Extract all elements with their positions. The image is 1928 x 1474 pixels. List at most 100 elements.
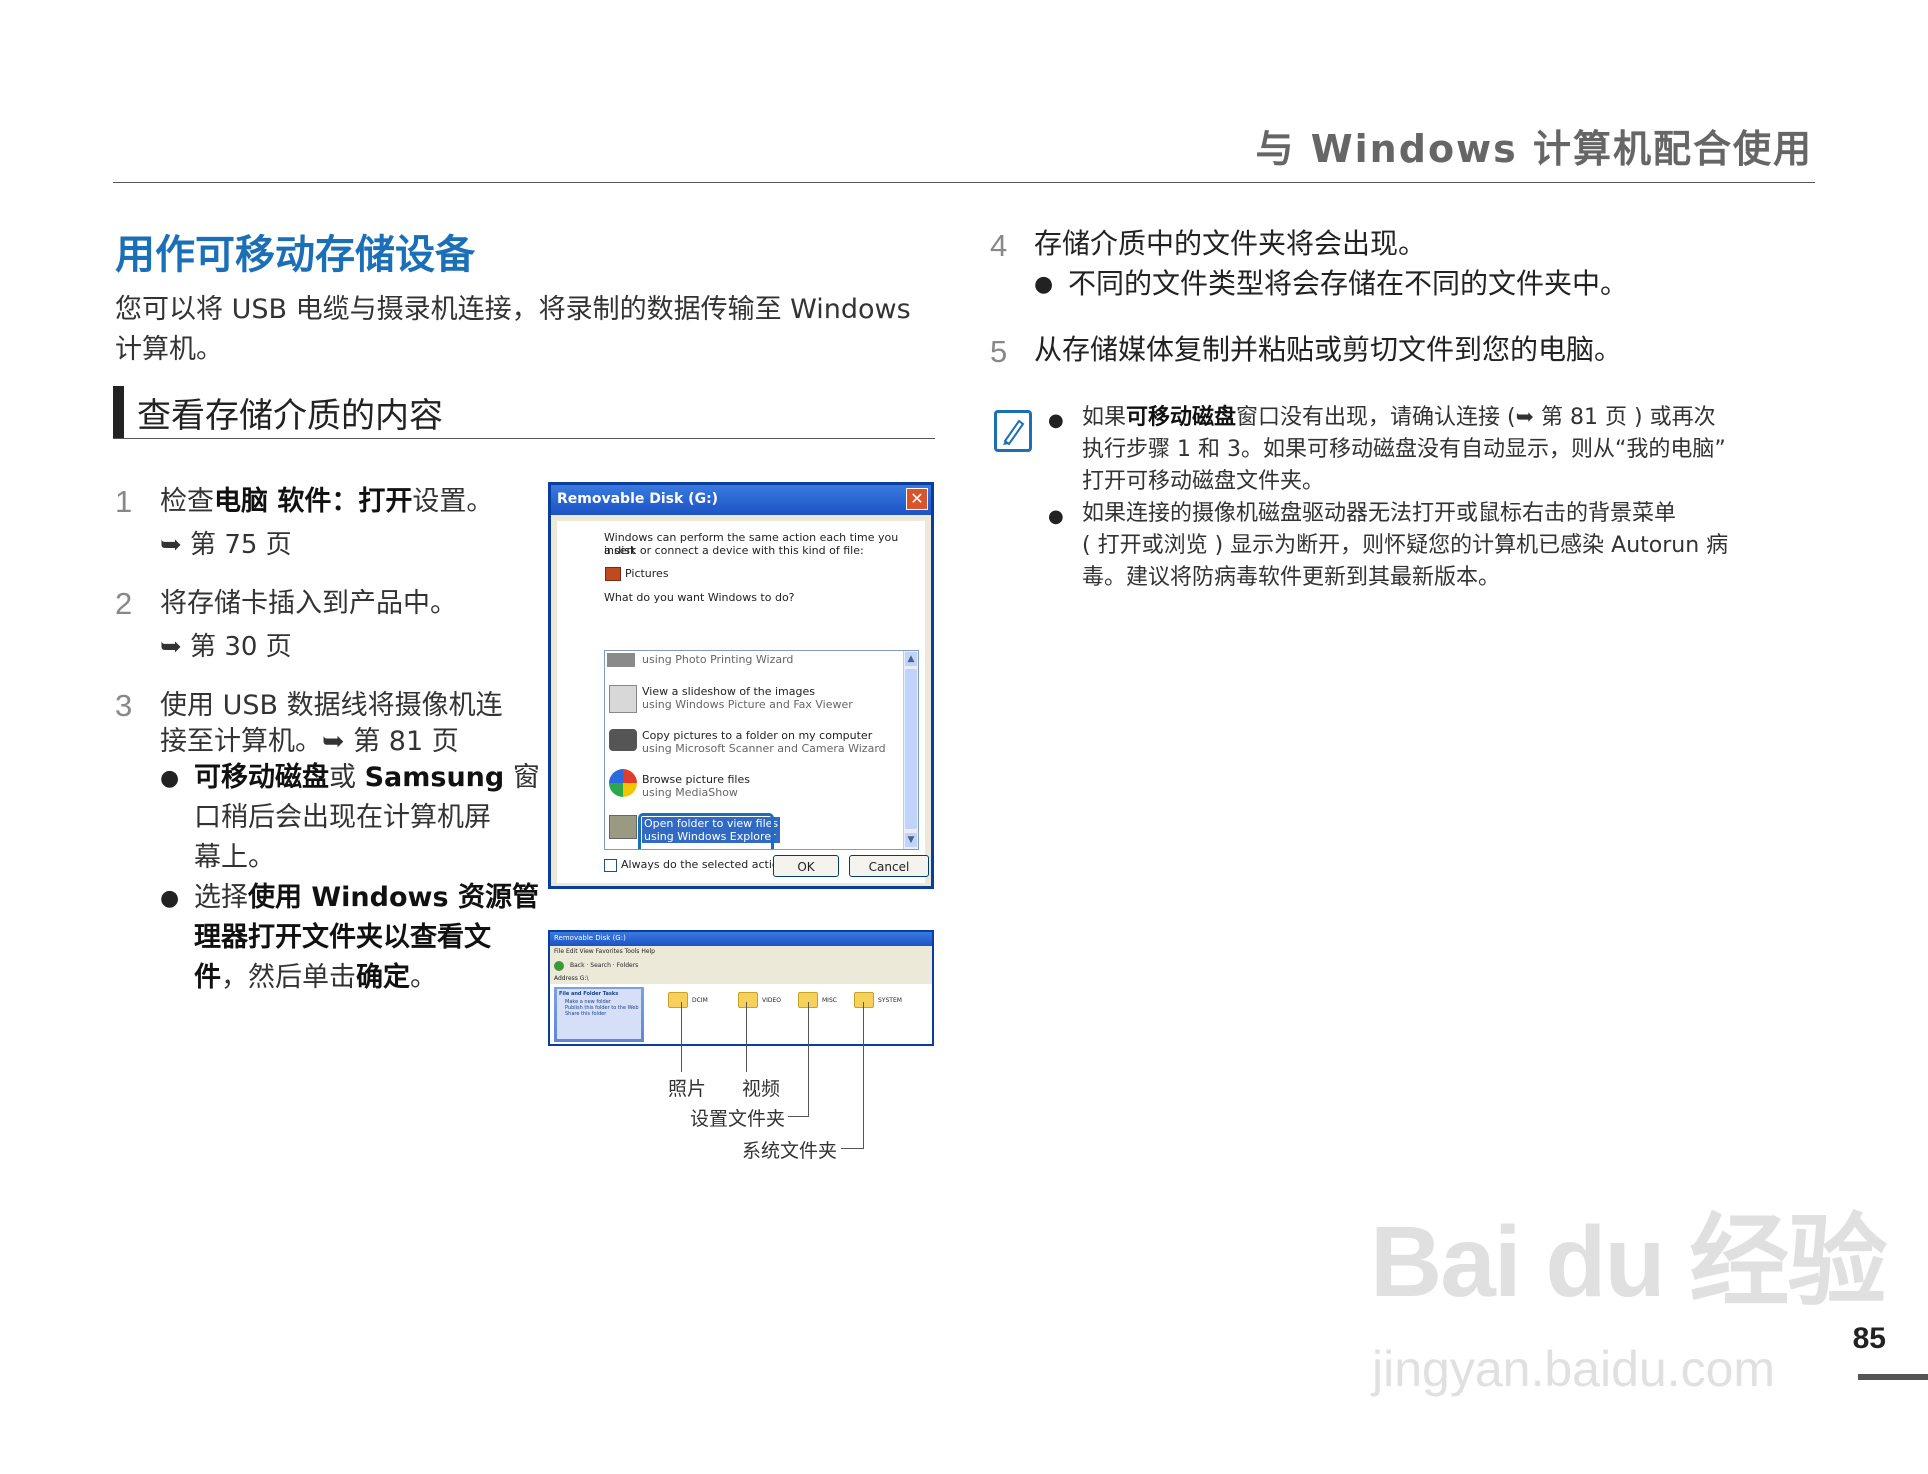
bullet-1-post: 窗 (504, 762, 540, 793)
bullet-1-line-2: 口稍后会出现在计算机屏 (194, 802, 491, 833)
running-title: 与 Windows 计算机配合使用 (1255, 127, 1813, 171)
close-icon[interactable]: ✕ (906, 488, 928, 510)
folder-label: VIDEO (762, 997, 782, 1004)
list-item[interactable]: using Photo Printing Wizard (642, 653, 793, 666)
note-2-line-3: 毒。建议将防病毒软件更新到其最新版本。 (1082, 565, 1501, 590)
bullet-dot: ● (1034, 272, 1054, 297)
bullet-dot: ● (1048, 410, 1064, 431)
step-5-number: 5 (990, 334, 1008, 369)
bullet-2-bold-c: 件 (194, 962, 221, 993)
bullet-2-pre: 选择 (194, 882, 248, 913)
panel-title: File and Folder Tasks (559, 991, 619, 997)
callout-line (681, 1002, 682, 1072)
section-title: 用作可移动存储设备 (115, 232, 475, 278)
folder-icon[interactable] (854, 992, 874, 1008)
explorer-title: Removable Disk (G:) (554, 934, 626, 942)
note-1-post: 窗口没有出现，请确认连接 (➥ 第 81 页 ) 或再次 (1236, 405, 1716, 430)
bullet-2-line-3: 件，然后单击确定。 (194, 960, 437, 996)
bullet-2-line-1: 选择使用 Windows 资源管 (194, 880, 539, 916)
menu-items: File Edit View Favorites Tools Help (554, 948, 655, 955)
step-4-bullet: 不同的文件类型将会存储在不同的文件夹中。 (1068, 267, 1629, 300)
bullet-2-bold-a: 使用 Windows 资源管 (248, 882, 539, 913)
step-1-pre: 检查 (160, 486, 214, 517)
scroll-thumb[interactable] (905, 669, 917, 829)
item-sub: using Windows Picture and Fax Viewer (642, 698, 853, 711)
bullet-1-line-3: 幕上。 (194, 842, 275, 873)
projector-icon (609, 685, 637, 713)
step-1-number: 1 (115, 484, 133, 519)
scrollbar[interactable]: ▲ ▼ (903, 651, 918, 849)
step-1-bold: 电脑 软件：打开 (214, 486, 413, 517)
intro-text: 您可以将 USB 电缆与摄录机连接，将录制的数据传输至 Windows 计算机。 (115, 290, 935, 370)
explorer-address[interactable]: Address G:\ (550, 974, 932, 984)
folder-icon[interactable] (738, 992, 758, 1008)
printer-icon (607, 653, 635, 667)
bullet-1-line-1: 可移动磁盘或 Samsung 窗 (194, 760, 540, 796)
bullet-1-bold-1: 可移动磁盘 (194, 762, 329, 793)
list-item[interactable]: View a slideshow of the images using Win… (642, 685, 853, 711)
mediashow-icon (609, 769, 637, 797)
back-icon[interactable] (554, 961, 564, 971)
page-number-bar (1858, 1374, 1928, 1380)
panel-item[interactable]: Share this folder (557, 1011, 641, 1017)
note-1-pre: 如果 (1082, 405, 1127, 430)
always-label: Always do the selected action. (621, 858, 790, 871)
step-3-number: 3 (115, 688, 133, 723)
cancel-button[interactable]: Cancel (849, 855, 929, 877)
autoplay-dialog: Removable Disk (G:) ✕ Windows can perfor… (548, 482, 934, 889)
item-sub: using Microsoft Scanner and Camera Wizar… (642, 742, 886, 755)
explorer-toolbar[interactable]: Back · Search · Folders (550, 958, 932, 975)
step-4-number: 4 (990, 228, 1008, 263)
explorer-menu[interactable]: File Edit View Favorites Tools Help (550, 946, 932, 958)
item-sub: using MediaShow (642, 786, 738, 799)
list-item[interactable]: Browse picture files using MediaShow (642, 773, 750, 799)
bullet-1-bold-2: Samsung (364, 762, 505, 793)
action-list[interactable]: using Photo Printing Wizard View a slide… (604, 650, 919, 850)
callout-photo: 照片 (668, 1078, 707, 1100)
callout-line (863, 1002, 864, 1148)
scroll-down-icon[interactable]: ▼ (905, 833, 917, 847)
highlight-box (638, 813, 774, 849)
intro-line-2: 计算机。 (115, 334, 223, 365)
bullet-2-bold-d: 确定 (356, 962, 410, 993)
note-1-line-1: 如果可移动磁盘窗口没有出现，请确认连接 (➥ 第 81 页 ) 或再次 (1082, 402, 1716, 434)
content-type: Pictures (625, 567, 669, 580)
note-2-line-2: ( 打开或浏览 ) 显示为断开，则怀疑您的计算机已感染 Autorun 病 (1082, 533, 1729, 558)
pictures-icon (605, 567, 621, 581)
subhead-bar (113, 386, 124, 438)
item-main: Copy pictures to a folder on my computer (642, 729, 873, 742)
subhead-text: 查看存储介质的内容 (137, 396, 443, 436)
list-item[interactable]: Copy pictures to a folder on my computer… (642, 729, 886, 755)
bullet-2-line-2: 理器打开文件夹以查看文 (194, 922, 491, 953)
step-1-post: 设置。 (412, 486, 494, 517)
dialog-body: Windows can perform the same action each… (557, 521, 925, 883)
scroll-up-icon[interactable]: ▲ (905, 652, 917, 666)
task-pane: File and Folder Tasks Make a new folder … (554, 987, 644, 1042)
subhead: 查看存储介质的内容 (113, 386, 935, 439)
baidu-watermark-url: jingyan.baidu.com (1372, 1341, 1776, 1397)
step-5-text: 从存储媒体复制并粘贴或剪切文件到您的电脑。 (1034, 333, 1623, 366)
step-1-ref: ➥ 第 75 页 (160, 530, 292, 560)
callout-line (746, 1002, 747, 1072)
step-2-number: 2 (115, 586, 133, 621)
step-4-text: 存储介质中的文件夹将会出现。 (1034, 227, 1427, 260)
item-sub: using Photo Printing Wizard (642, 653, 794, 666)
step-3-line-2: 接至计算机。➥ 第 81 页 (160, 726, 459, 757)
callout-line (841, 1148, 864, 1149)
note-icon (994, 410, 1032, 452)
folder-label: DCIM (692, 997, 708, 1004)
bullet-dot: ● (1048, 506, 1064, 527)
callout-video: 视频 (742, 1078, 781, 1100)
note-1-line-2: 执行步骤 1 和 3。如果可移动磁盘没有自动显示，则从“我的电脑” (1082, 437, 1726, 462)
callout-line (808, 1002, 809, 1116)
always-checkbox[interactable] (604, 859, 617, 872)
folder-icon[interactable] (668, 992, 688, 1008)
dialog-prompt-2: a disk or connect a device with this kin… (604, 544, 864, 557)
explorer-window: Removable Disk (G:) File Edit View Favor… (548, 930, 934, 1046)
dialog-titlebar: Removable Disk (G:) ✕ (551, 485, 931, 515)
task-panel: File and Folder Tasks Make a new folder … (557, 989, 641, 1039)
ok-button[interactable]: OK (773, 855, 839, 877)
pencil-icon (1003, 419, 1025, 446)
intro-line-1: 您可以将 USB 电缆与摄录机连接，将录制的数据传输至 Windows (115, 294, 911, 325)
dialog-title: Removable Disk (G:) (557, 491, 719, 507)
